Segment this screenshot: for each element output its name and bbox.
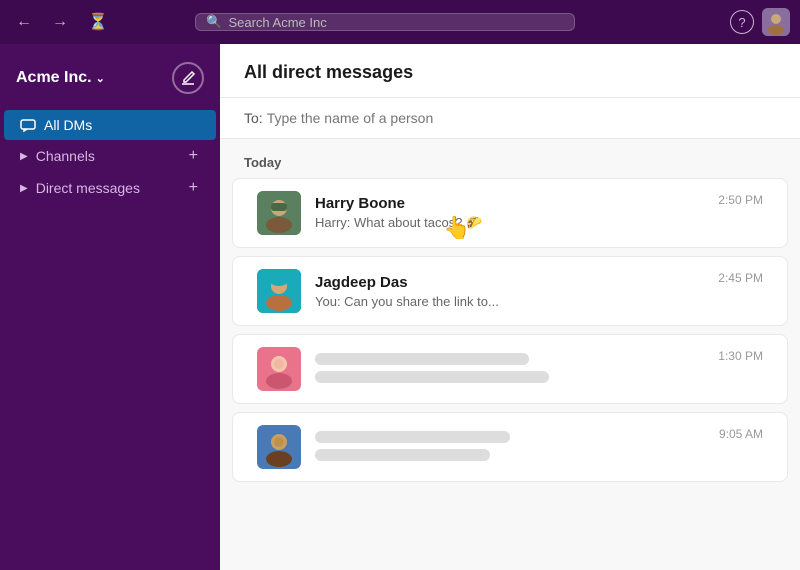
dm-collapse-icon: ▶: [20, 183, 28, 194]
to-label: To:: [244, 110, 263, 126]
message-list: Today Harry Boone Harry: What about taco…: [220, 139, 800, 570]
avatar-jagdeep: [257, 269, 301, 313]
sidebar-section-channels[interactable]: ▶ Channels +: [4, 140, 216, 172]
dm-item-harry[interactable]: Harry Boone Harry: What about tacos? 🌮 2…: [232, 178, 788, 248]
avatar-person3: [257, 347, 301, 391]
dm-preview-harry: Harry: What about tacos? 🌮: [315, 215, 704, 231]
add-dm-button[interactable]: +: [187, 179, 200, 197]
dm-preview-jagdeep: You: Can you share the link to...: [315, 294, 704, 309]
help-button[interactable]: ?: [730, 10, 754, 34]
avatar-harry: [257, 191, 301, 235]
back-button[interactable]: ←: [10, 9, 38, 35]
search-bar[interactable]: 🔍: [195, 13, 575, 31]
dm-time-person4: 9:05 AM: [719, 425, 763, 441]
placeholder-preview-3: [315, 371, 549, 383]
search-input[interactable]: [228, 15, 564, 30]
to-input[interactable]: [267, 110, 776, 126]
forward-button[interactable]: →: [46, 9, 74, 35]
compose-button[interactable]: [172, 62, 204, 94]
search-icon: 🔍: [206, 14, 222, 30]
dm-name-jagdeep: Jagdeep Das: [315, 274, 704, 291]
dm-body-harry: Harry Boone Harry: What about tacos? 🌮: [315, 195, 704, 231]
page-title: All direct messages: [244, 62, 776, 83]
user-avatar-topbar[interactable]: [762, 8, 790, 36]
channels-collapse-icon: ▶: [20, 151, 28, 162]
sidebar-header: Acme Inc. ⌄: [0, 54, 220, 110]
workspace-name[interactable]: Acme Inc. ⌄: [16, 69, 105, 87]
dm-item-person3[interactable]: 1:30 PM: [232, 334, 788, 404]
dm-item-person4[interactable]: 9:05 AM: [232, 412, 788, 482]
sidebar-item-all-dms[interactable]: All DMs: [4, 110, 216, 140]
dm-time-jagdeep: 2:45 PM: [718, 269, 763, 285]
dm-body-person4: [315, 427, 705, 467]
dm-body-person3: [315, 349, 704, 389]
placeholder-name-3: [315, 353, 529, 365]
sidebar: Acme Inc. ⌄ All DMs ▶ Channels +: [0, 44, 220, 570]
dm-item-jagdeep[interactable]: Jagdeep Das You: Can you share the link …: [232, 256, 788, 326]
dm-time-person3: 1:30 PM: [718, 347, 763, 363]
topbar: ← → ⏳ 🔍 ?: [0, 0, 800, 44]
workspace-chevron-icon: ⌄: [96, 72, 105, 85]
avatar-person4: [257, 425, 301, 469]
content-header: All direct messages: [220, 44, 800, 98]
date-divider: Today: [220, 139, 800, 178]
dm-time-harry: 2:50 PM: [718, 191, 763, 207]
dm-body-jagdeep: Jagdeep Das You: Can you share the link …: [315, 274, 704, 309]
placeholder-preview-4: [315, 449, 490, 461]
history-button[interactable]: ⏳: [82, 8, 114, 36]
placeholder-name-4: [315, 431, 510, 443]
add-channel-button[interactable]: +: [187, 147, 200, 165]
dm-name-harry: Harry Boone: [315, 195, 704, 212]
to-field[interactable]: To:: [220, 98, 800, 139]
main-layout: Acme Inc. ⌄ All DMs ▶ Channels +: [0, 44, 800, 570]
topbar-right: ?: [730, 8, 790, 36]
content-area: All direct messages To: Today Har: [220, 44, 800, 570]
sidebar-section-direct-messages[interactable]: ▶ Direct messages +: [4, 172, 216, 204]
